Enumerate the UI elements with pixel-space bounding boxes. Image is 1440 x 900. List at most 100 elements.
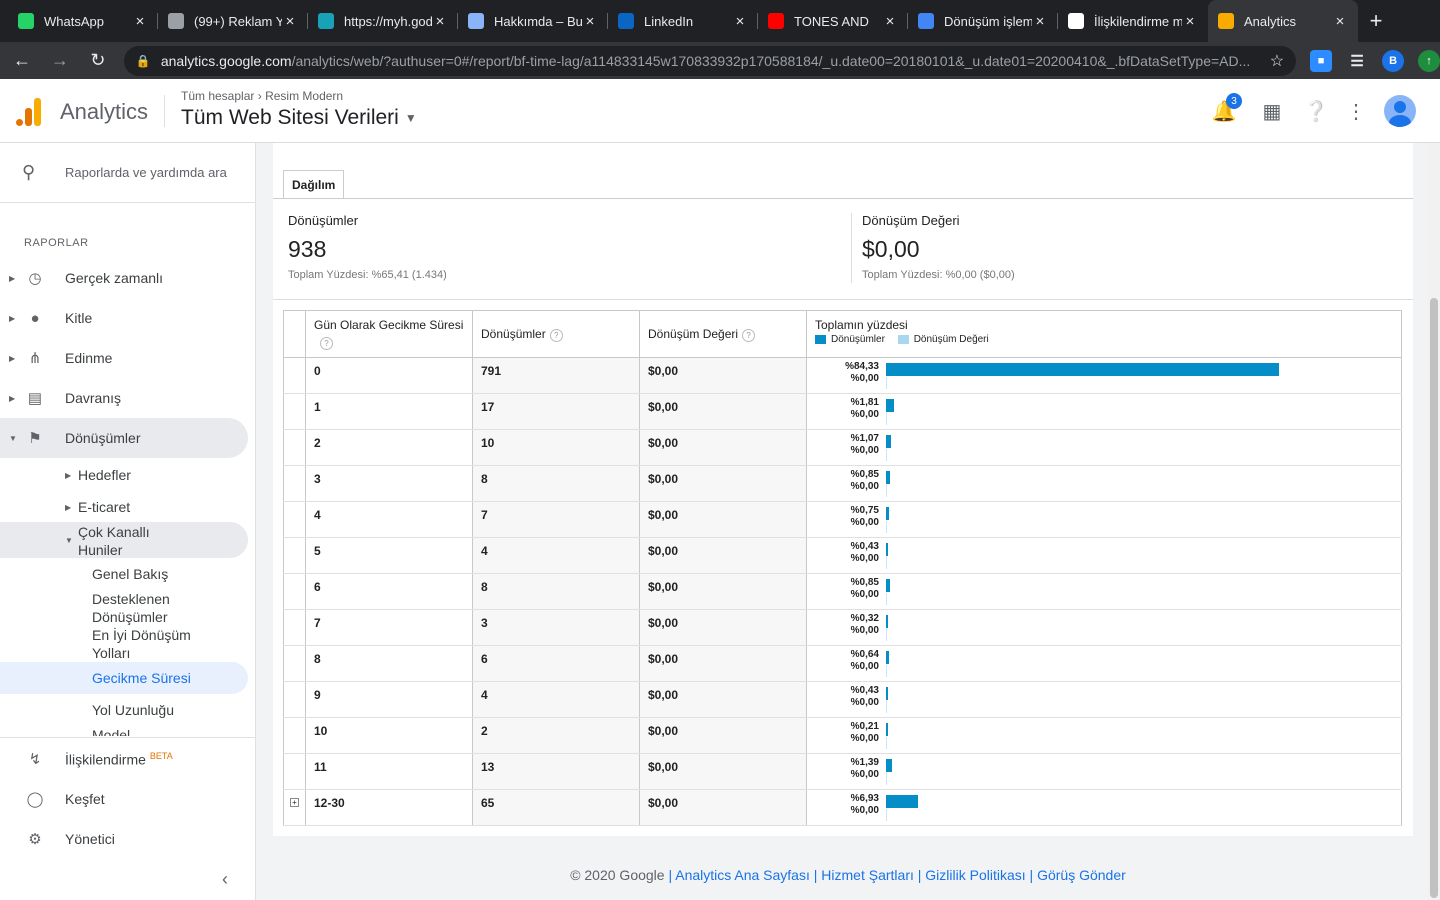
browser-tab[interactable]: WhatsApp ×: [8, 0, 158, 42]
scorecard-bottom-divider: [273, 299, 1413, 300]
apps-grid-icon[interactable]: ▦: [1258, 97, 1286, 125]
close-tab-icon[interactable]: ×: [732, 13, 748, 30]
cell-delay: 7: [305, 609, 473, 646]
sidebar-item-overview[interactable]: Genel Bakış: [92, 565, 168, 583]
close-tab-icon[interactable]: ×: [1332, 13, 1348, 30]
browser-tab-title: Analytics: [1244, 13, 1297, 29]
browser-tab[interactable]: (99+) Reklam Y ×: [158, 0, 308, 42]
percent-value: %0,00: [850, 409, 879, 420]
new-tab-icon[interactable]: +: [1358, 0, 1394, 42]
caret-right-icon: ▶: [9, 273, 16, 283]
sidebar-search[interactable]: ⚲ Raporlarda ve yardımda ara: [0, 143, 255, 203]
sidebar-item-goals[interactable]: ▶ Hedefler: [0, 463, 248, 491]
breadcrumb[interactable]: Tüm hesaplar › Resim Modern: [181, 89, 343, 103]
cell-conversions: 3: [472, 609, 640, 646]
sidebar-item-time-lag[interactable]: Gecikme Süresi: [0, 662, 248, 694]
scrollbar[interactable]: [1428, 143, 1440, 900]
close-tab-icon[interactable]: ×: [1032, 13, 1048, 30]
footer-link-feedback[interactable]: Görüş Gönder: [1037, 867, 1126, 883]
conversions-bar: [886, 399, 895, 412]
sidebar-item-path-length[interactable]: Yol Uzunluğu: [92, 701, 174, 719]
view-selector[interactable]: Tüm Web Sitesi Verileri ▼: [181, 106, 417, 130]
footer-link-terms[interactable]: Hizmet Şartları: [821, 867, 914, 883]
caret-down-icon: ▼: [404, 111, 417, 126]
update-icon[interactable]: ↑: [1418, 49, 1440, 72]
footer: © 2020 Google | Analytics Ana Sayfası | …: [570, 867, 1126, 883]
col-header-value[interactable]: Dönüşüm Değeri?: [639, 310, 807, 358]
percent-bars: [886, 505, 1366, 533]
browser-tab[interactable]: Analytics ×: [1208, 0, 1358, 42]
breadcrumb-account[interactable]: Resim Modern: [265, 89, 343, 103]
browser-tab[interactable]: İlişkilendirme m ×: [1058, 0, 1208, 42]
caret-right-icon: ▶: [65, 471, 72, 480]
col-header-conversions[interactable]: Dönüşümler?: [472, 310, 640, 358]
whatsapp-icon: [18, 13, 34, 29]
sidebar-item-audience[interactable]: ▶ ● Kitle: [0, 298, 248, 338]
sidebar-item-top-paths[interactable]: En İyi Dönüşüm Yolları: [92, 626, 212, 662]
sidebar-item-discover[interactable]: ◯ Keşfet: [0, 779, 248, 819]
media-control-icon[interactable]: ☰: [1346, 50, 1368, 72]
sidebar-item-realtime[interactable]: ▶ ◷ Gerçek zamanlı: [0, 258, 248, 298]
page-icon: [468, 13, 484, 29]
close-tab-icon[interactable]: ×: [882, 13, 898, 30]
col-header-delay[interactable]: Gün Olarak Gecikme Süresi?: [305, 310, 473, 358]
table-row: 10 2 $0,00 %0,21 %0,00: [283, 717, 1402, 754]
sidebar-item-conversions[interactable]: ▼ ⚑ Dönüşümler: [0, 418, 248, 458]
sidebar-item-multichannel[interactable]: ▼ Çok Kanallı Huniler: [0, 522, 248, 558]
table-row: 4 7 $0,00 %0,75 %0,00: [283, 501, 1402, 538]
sidebar-item-behavior[interactable]: ▶ ▤ Davranış: [0, 378, 248, 418]
scorecard-conversions: Dönüşümler 938 Toplam Yüzdesi: %65,41 (1…: [288, 213, 447, 281]
profile-avatar[interactable]: B: [1382, 49, 1405, 72]
browser-tab[interactable]: TONES AND ×: [758, 0, 908, 42]
back-icon[interactable]: ←: [6, 45, 38, 77]
breadcrumb-all-accounts[interactable]: Tüm hesaplar: [181, 89, 254, 103]
scrollbar-thumb[interactable]: [1430, 298, 1438, 898]
scorecard-conversion-value: Dönüşüm Değeri $0,00 Toplam Yüzdesi: %0,…: [862, 213, 1015, 281]
address-bar[interactable]: 🔒 analytics.google.com/analytics/web/?au…: [123, 45, 1297, 76]
close-tab-icon[interactable]: ×: [432, 13, 448, 30]
browser-tab[interactable]: Dönüşüm işlem ×: [908, 0, 1058, 42]
sidebar-item-acquisition[interactable]: ▶ ⋔ Edinme: [0, 338, 248, 378]
browser-tab[interactable]: LinkedIn ×: [608, 0, 758, 42]
help-icon[interactable]: ❔: [1302, 97, 1330, 125]
browser-tab[interactable]: https://myh.god ×: [308, 0, 458, 42]
sidebar-item-assisted[interactable]: Desteklenen Dönüşümler: [92, 590, 202, 626]
sidebar-item-admin[interactable]: ⚙ Yönetici: [0, 819, 248, 859]
collapse-sidebar-icon[interactable]: ‹: [222, 869, 228, 890]
percent-values: %0,75 %0,00: [815, 505, 879, 529]
table-row: 11 13 $0,00 %1,39 %0,00: [283, 753, 1402, 790]
account-avatar[interactable]: [1384, 95, 1416, 127]
help-question-icon[interactable]: ?: [742, 328, 756, 342]
row-expand-cell[interactable]: +: [283, 789, 306, 826]
more-vert-icon[interactable]: ⋮: [1342, 97, 1370, 125]
help-question-icon[interactable]: ?: [549, 328, 563, 342]
close-tab-icon[interactable]: ×: [132, 13, 148, 30]
footer-link-privacy[interactable]: Gizlilik Politikası: [925, 867, 1025, 883]
tab-distribution[interactable]: Dağılım: [283, 170, 345, 199]
close-tab-icon[interactable]: ×: [582, 13, 598, 30]
report-tabs: Dağılım: [283, 170, 345, 199]
row-expand-cell: [283, 465, 306, 502]
cell-delay: 12-30: [305, 789, 473, 826]
expand-row-icon[interactable]: +: [290, 798, 299, 807]
notifications-bell-icon[interactable]: 🔔 3: [1210, 93, 1242, 125]
reload-icon[interactable]: ↻: [82, 45, 114, 77]
footer-link-home[interactable]: Analytics Ana Sayfası: [675, 867, 810, 883]
swirl-icon: [318, 13, 334, 29]
forward-icon[interactable]: →: [44, 45, 76, 77]
analytics-logo-icon[interactable]: [16, 96, 42, 126]
sidebar-item-attribution[interactable]: ↯ İlişkilendirme BETA: [0, 739, 248, 779]
bookmark-star-icon[interactable]: ☆: [1270, 51, 1284, 71]
cell-delay: 1: [305, 393, 473, 430]
close-tab-icon[interactable]: ×: [1182, 13, 1198, 30]
sidebar-item-model[interactable]: Model: [92, 726, 130, 736]
help-question-icon[interactable]: ?: [320, 337, 333, 350]
browser-tab[interactable]: Hakkımda – Bur ×: [458, 0, 608, 42]
cell-conversions: 4: [472, 681, 640, 718]
google-ads-icon: [918, 13, 934, 29]
close-tab-icon[interactable]: ×: [282, 13, 298, 30]
zoom-extension-icon[interactable]: ■: [1310, 49, 1333, 72]
sidebar-item-ecommerce[interactable]: ▶ E-ticaret: [0, 495, 248, 523]
cell-value: $0,00: [639, 357, 807, 394]
conversions-bar: [886, 543, 888, 556]
